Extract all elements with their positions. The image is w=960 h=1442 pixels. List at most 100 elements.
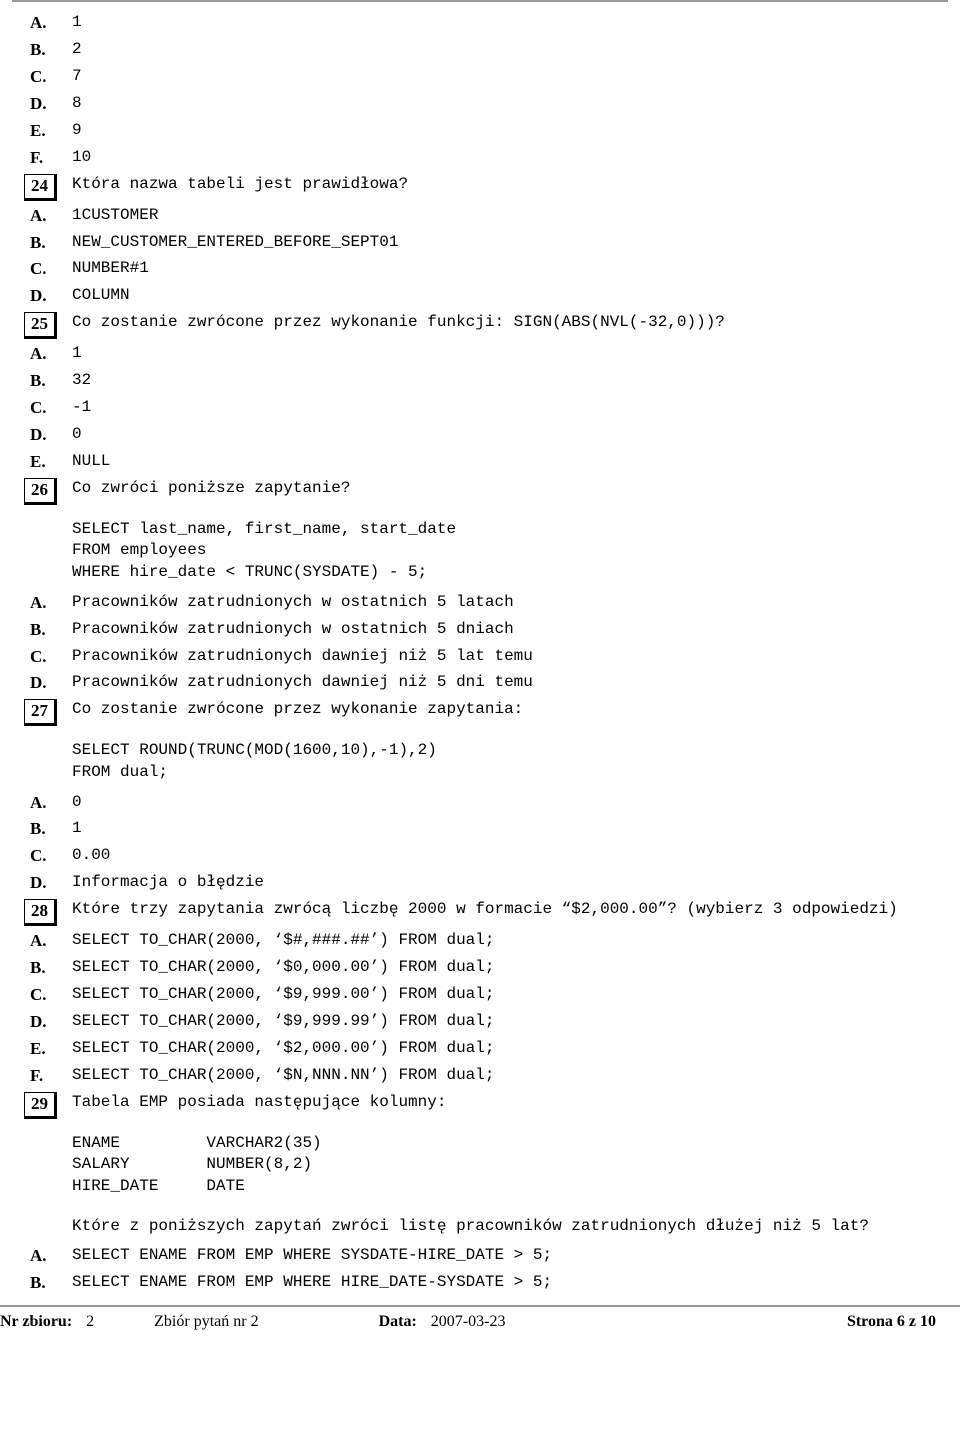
question-number: 27 [24, 699, 57, 726]
answer-letter: B. [24, 39, 46, 62]
question-number: 28 [24, 899, 57, 926]
answer-letter: E. [24, 1038, 46, 1061]
answer-letter: C. [24, 646, 47, 669]
question-row: 27 Co zostanie zwrócone przez wykonanie … [24, 697, 936, 726]
answer-row: B. Pracowników zatrudnionych w ostatnich … [24, 617, 936, 642]
answer-row: E.NULL [24, 449, 936, 474]
answer-text: Pracowników zatrudnionych dawniej niż 5 … [72, 670, 936, 694]
answer-text: 1 [72, 816, 936, 840]
answer-letter: B. [24, 232, 46, 255]
code-block: SELECT last_name, first_name, start_date… [72, 519, 936, 584]
question-number: 25 [24, 312, 57, 339]
answer-text: Pracowników zatrudnionych dawniej niż 5 … [72, 644, 936, 668]
question-text: Które trzy zapytania zwrócą liczbę 2000 … [72, 897, 936, 921]
answer-text: 10 [72, 145, 936, 169]
answer-letter: A. [24, 930, 47, 953]
answer-row: C.SELECT TO_CHAR(2000, ‘$9,999.00’) FROM… [24, 982, 936, 1007]
answer-text: SELECT TO_CHAR(2000, ‘$N,NNN.NN’) FROM d… [72, 1063, 936, 1087]
answer-text: 0 [72, 422, 936, 446]
answer-row: B.SELECT ENAME FROM EMP WHERE HIRE_DATE-… [24, 1270, 936, 1295]
answer-letter: B. [24, 818, 46, 841]
answer-row: A. 0 [24, 790, 936, 815]
answer-text: Pracowników zatrudnionych w ostatnich 5 … [72, 590, 936, 614]
answer-letter: D. [24, 672, 47, 695]
answer-row: B. 1 [24, 816, 936, 841]
question-text: Tabela EMP posiada następujące kolumny: [72, 1090, 936, 1114]
answer-text: 32 [72, 368, 936, 392]
page-content: A. 1 B. 2 C. 7 D. 8 E. 9 F. 10 24 Która … [0, 2, 960, 1295]
answer-letter: D. [24, 285, 47, 308]
answer-row: D. Informacja o błędzie [24, 870, 936, 895]
answer-text: -1 [72, 395, 936, 419]
answer-row: A.1CUSTOMER [24, 203, 936, 228]
answer-letter: A. [24, 12, 47, 35]
answer-letter: F. [24, 147, 43, 170]
answer-letter: D. [24, 93, 47, 116]
question-text-2: Które z poniższych zapytań zwróci listę … [72, 1216, 936, 1238]
footer: Nr zbioru: 2 Zbiór pytań nr 2 Data: 2007… [0, 1305, 960, 1341]
question-text: Co zostanie zwrócone przez wykonanie zap… [72, 697, 936, 721]
answer-text: Informacja o błędzie [72, 870, 936, 894]
answer-row: A. Pracowników zatrudnionych w ostatnich … [24, 590, 936, 615]
footer-zbior-label: Zbiór pytań nr 2 [154, 1311, 258, 1333]
answer-row: B.NEW_CUSTOMER_ENTERED_BEFORE_SEPT01 [24, 230, 936, 255]
answer-row: C. Pracowników zatrudnionych dawniej niż … [24, 644, 936, 669]
question-number: 26 [24, 478, 57, 505]
footer-nr-zbioru-value: 2 [86, 1311, 94, 1333]
question-row: 25 Co zostanie zwrócone przez wykonanie … [24, 310, 936, 339]
answer-letter: C. [24, 845, 47, 868]
answer-text: 2 [72, 37, 936, 61]
answer-letter: C. [24, 66, 47, 89]
answer-letter: B. [24, 1272, 46, 1295]
answer-row: E. SELECT TO_CHAR(2000, ‘$2,000.00’) FROM… [24, 1036, 936, 1061]
answer-row: A. SELECT ENAME FROM EMP WHERE SYSDATE-HI… [24, 1243, 936, 1268]
answer-text: 0 [72, 790, 936, 814]
answer-row: F.SELECT TO_CHAR(2000, ‘$N,NNN.NN’) FROM… [24, 1063, 936, 1088]
answer-text: SELECT TO_CHAR(2000, ‘$#,###.##’) FROM d… [72, 928, 936, 952]
answer-row: C. 0.00 [24, 843, 936, 868]
answer-letter: B. [24, 619, 46, 642]
answer-letter: C. [24, 258, 47, 281]
answer-row: F. 10 [24, 145, 936, 170]
answer-text: COLUMN [72, 283, 936, 307]
answer-text: NUMBER#1 [72, 256, 936, 280]
answer-row: D.SELECT TO_CHAR(2000, ‘$9,999.99’) FROM… [24, 1009, 936, 1034]
answer-row: D.0 [24, 422, 936, 447]
answer-text: Pracowników zatrudnionych w ostatnich 5 … [72, 617, 936, 641]
answer-letter: C. [24, 984, 47, 1007]
question-number: 24 [24, 174, 57, 201]
answer-text: 7 [72, 64, 936, 88]
columns-block: ENAME VARCHAR2(35) SALARY NUMBER(8,2) HI… [72, 1133, 936, 1198]
question-row: 28 Które trzy zapytania zwrócą liczbę 20… [24, 897, 936, 926]
answer-letter: A. [24, 343, 47, 366]
answer-row: A. SELECT TO_CHAR(2000, ‘$#,###.##’) FROM… [24, 928, 936, 953]
answer-text: 1 [72, 341, 936, 365]
answer-letter: C. [24, 397, 47, 420]
answer-letter: A. [24, 792, 47, 815]
answer-text: 9 [72, 118, 936, 142]
answer-text: SELECT TO_CHAR(2000, ‘$2,000.00’) FROM d… [72, 1036, 936, 1060]
question-number: 29 [24, 1092, 57, 1119]
answer-row: B. 32 [24, 368, 936, 393]
question-text: Co zostanie zwrócone przez wykonanie fun… [72, 310, 936, 334]
answer-text: 8 [72, 91, 936, 115]
answer-row: C. 7 [24, 64, 936, 89]
answer-text: 1 [72, 10, 936, 34]
answer-letter: B. [24, 370, 46, 393]
question-text: Która nazwa tabeli jest prawidłowa? [72, 172, 936, 196]
question-row: 29 Tabela EMP posiada następujące kolumn… [24, 1090, 936, 1119]
answer-text: SELECT ENAME FROM EMP WHERE SYSDATE-HIRE… [72, 1243, 936, 1267]
question-row: 24 Która nazwa tabeli jest prawidłowa? [24, 172, 936, 201]
answer-row: B. 2 [24, 37, 936, 62]
answer-letter: E. [24, 451, 46, 474]
footer-data-value: 2007-03-23 [431, 1311, 506, 1333]
footer-page-label: Strona 6 z 10 [847, 1311, 936, 1333]
answer-letter: A. [24, 592, 47, 615]
answer-letter: A. [24, 1245, 47, 1268]
code-block: SELECT ROUND(TRUNC(MOD(1600,10),-1),2) F… [72, 740, 936, 783]
answer-letter: B. [24, 957, 46, 980]
answer-letter: D. [24, 872, 47, 895]
answer-text: 0.00 [72, 843, 936, 867]
answer-row: B.SELECT TO_CHAR(2000, ‘$0,000.00’) FROM… [24, 955, 936, 980]
answer-row: E. 9 [24, 118, 936, 143]
